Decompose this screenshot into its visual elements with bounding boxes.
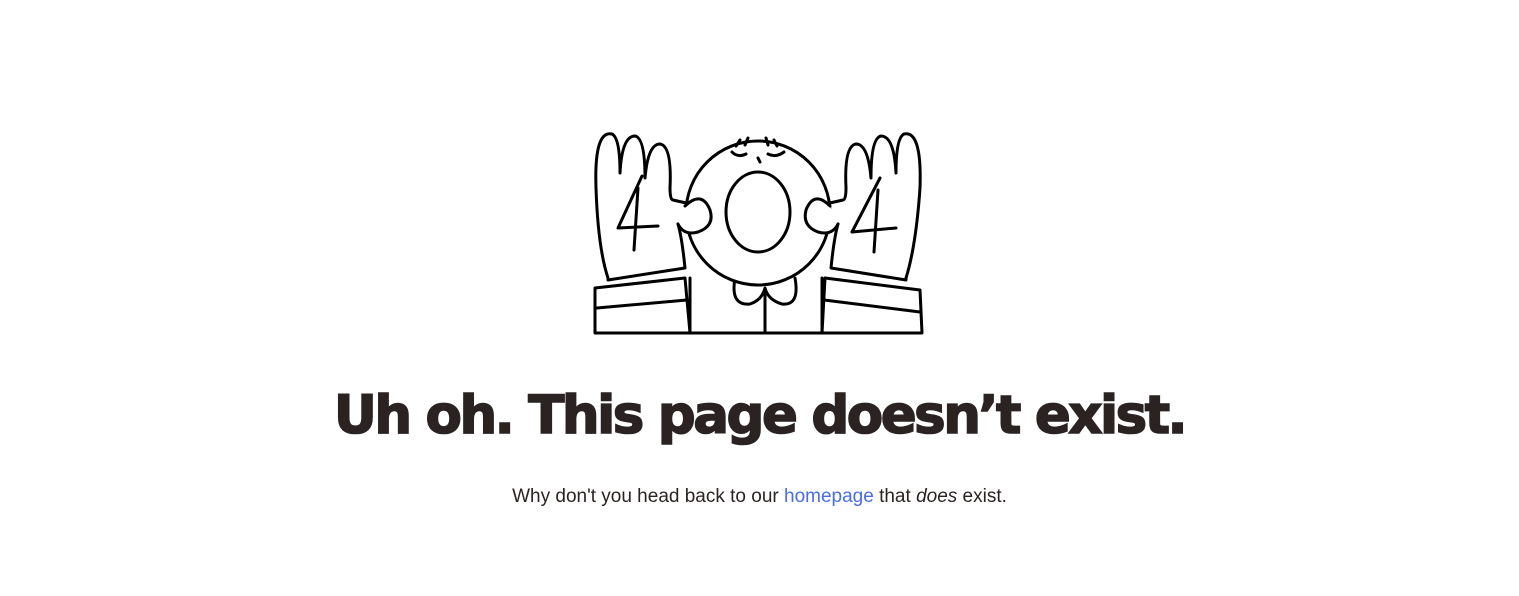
page-title: Uh oh. This page doesn’t exist. bbox=[333, 384, 1188, 447]
homepage-link[interactable]: homepage bbox=[784, 486, 874, 507]
message-text-before: Why don't you head back to our bbox=[512, 486, 785, 507]
message-text-after: exist. bbox=[957, 486, 1007, 507]
error-message: Why don't you head back to our homepage … bbox=[0, 484, 1519, 510]
message-text-between: that bbox=[873, 486, 917, 507]
digit-zero-mouth bbox=[724, 170, 792, 254]
404-character-illustration-icon bbox=[590, 128, 926, 338]
not-found-page: Uh oh. This page doesn’t exist. Why don'… bbox=[0, 0, 1519, 596]
message-emphasis: does bbox=[916, 486, 958, 507]
